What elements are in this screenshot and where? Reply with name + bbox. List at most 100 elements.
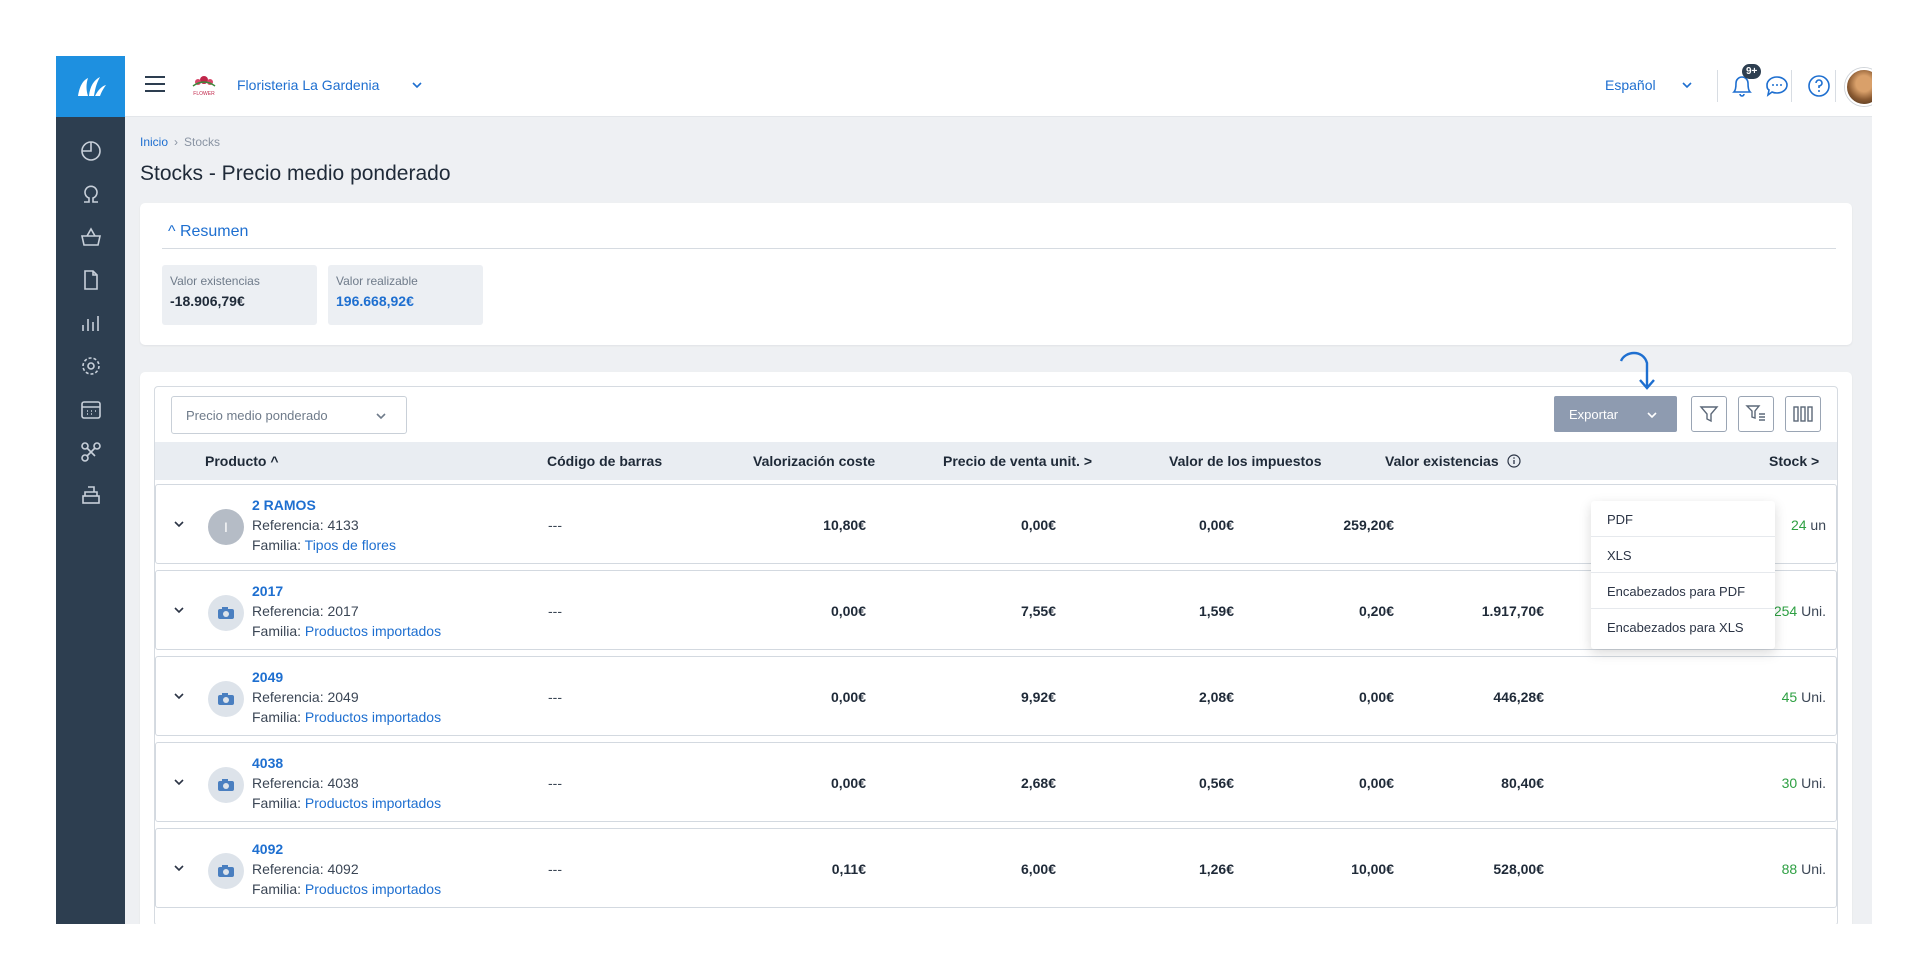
filter-button[interactable]: [1691, 396, 1727, 432]
page-title: Stocks - Precio medio ponderado: [140, 162, 451, 185]
tax-value: 1,59€: [1198, 603, 1234, 619]
columns-button[interactable]: [1785, 396, 1821, 432]
columns-icon: [1793, 406, 1813, 422]
product-image: [208, 853, 244, 889]
advanced-filter-icon: [1745, 405, 1765, 421]
cash-register-icon[interactable]: [56, 473, 125, 516]
tax-value: 0,00€: [1198, 517, 1234, 533]
product-name[interactable]: 4038: [252, 755, 283, 771]
unit-price-value: 2,68€: [1020, 775, 1056, 791]
reports-icon[interactable]: [56, 301, 125, 344]
column-unit-price[interactable]: Precio de venta unit. >: [943, 453, 1092, 469]
document-icon[interactable]: [56, 258, 125, 301]
chevron-down-icon: [376, 413, 386, 420]
dashboard-icon[interactable]: [56, 129, 125, 172]
chevron-down-icon[interactable]: [172, 689, 186, 703]
settings-icon[interactable]: [56, 344, 125, 387]
export-label: Exportar: [1569, 407, 1619, 422]
product-family: Familia: Productos importados: [252, 881, 441, 897]
export-xls[interactable]: XLS: [1591, 537, 1775, 573]
avatar[interactable]: [1845, 68, 1872, 106]
stock-unit: un: [1810, 517, 1826, 533]
table-header: Producto ^ Código de barras Valorización…: [155, 442, 1837, 480]
info-icon[interactable]: [1506, 454, 1521, 468]
table-row[interactable]: 4038 Referencia: 4038 Familia: Productos…: [155, 742, 1837, 822]
stock-unit: Uni.: [1801, 603, 1826, 619]
product-name[interactable]: 2 RAMOS: [252, 497, 316, 513]
tax-value: 0,56€: [1198, 775, 1234, 791]
notification-badge: 9+: [1742, 64, 1762, 79]
language-selector[interactable]: Español: [1605, 77, 1656, 93]
family-link[interactable]: Tipos de flores: [305, 537, 396, 553]
valuation-method-select[interactable]: Precio medio ponderado: [171, 396, 407, 434]
column-cost-valuation: Valorización coste: [753, 453, 876, 469]
app-logo[interactable]: [56, 56, 125, 117]
basket-icon[interactable]: [56, 215, 125, 258]
barcode-value: ---: [548, 775, 562, 791]
export-button[interactable]: Exportar: [1554, 396, 1677, 432]
export-pdf-headers[interactable]: Encabezados para PDF: [1591, 573, 1775, 609]
advanced-filter-button[interactable]: [1738, 396, 1774, 432]
product-name[interactable]: 2017: [252, 583, 283, 599]
breadcrumb-separator: ›: [174, 135, 179, 149]
camera-icon: [218, 865, 234, 877]
family-link[interactable]: Productos importados: [305, 709, 441, 725]
column-product[interactable]: Producto ^: [205, 453, 279, 469]
table-row[interactable]: 2049 Referencia: 2049 Familia: Productos…: [155, 656, 1837, 736]
menu-icon[interactable]: [145, 76, 165, 96]
breadcrumb-home[interactable]: Inicio: [140, 135, 168, 149]
realizable-value: 446,28€: [1493, 689, 1544, 705]
integrations-icon[interactable]: [56, 430, 125, 473]
chevron-down-icon[interactable]: [1680, 78, 1694, 92]
reference-value: 4133: [327, 517, 359, 533]
realizable-value: 1.917,70€: [1481, 603, 1544, 619]
product-name[interactable]: 4092: [252, 841, 283, 857]
chevron-down-icon: [1647, 412, 1657, 419]
company-name[interactable]: Floristeria La Gardenia: [237, 77, 379, 93]
stock-number: 254: [1773, 603, 1798, 619]
family-link[interactable]: Productos importados: [305, 795, 441, 811]
column-stock[interactable]: Stock >: [1769, 453, 1819, 469]
product-family: Familia: Productos importados: [252, 623, 441, 639]
breadcrumb-current: Stocks: [184, 135, 221, 149]
unit-price-value: 6,00€: [1020, 861, 1056, 877]
family-label: Familia:: [252, 537, 305, 553]
family-link[interactable]: Productos importados: [305, 623, 441, 639]
calendar-icon[interactable]: [56, 387, 125, 430]
product-reference: Referencia: 2049: [252, 689, 359, 705]
family-link[interactable]: Productos importados: [305, 881, 441, 897]
breadcrumb: Inicio › Stocks: [140, 135, 220, 149]
top-bar: FLOWER Floristeria La Gardenia Español 9…: [125, 56, 1872, 117]
table-row[interactable]: 4092 Referencia: 4092 Familia: Productos…: [155, 828, 1837, 908]
divider: [1791, 70, 1792, 102]
export-xls-headers[interactable]: Encabezados para XLS: [1591, 609, 1775, 645]
chevron-down-icon[interactable]: [172, 603, 186, 617]
summary-card: ^ Resumen Valor existencias -18.906,79€ …: [140, 203, 1852, 345]
chevron-down-icon[interactable]: [172, 517, 186, 531]
product-reference: Referencia: 2017: [252, 603, 359, 619]
cost-value: 0,00€: [830, 603, 866, 619]
stock-number: 88: [1781, 861, 1798, 877]
chevron-down-icon[interactable]: [172, 861, 186, 875]
product-family: Familia: Productos importados: [252, 795, 441, 811]
unit-price-value: 9,92€: [1020, 689, 1056, 705]
family-label: Familia:: [252, 709, 305, 725]
chevron-down-icon[interactable]: [410, 78, 424, 92]
app-window: FLOWER Floristeria La Gardenia Español 9…: [56, 56, 1872, 924]
stock-number: 30: [1781, 775, 1798, 791]
reference-label: Referencia:: [252, 517, 328, 533]
reference-value: 4092: [327, 861, 359, 877]
help-icon[interactable]: [1805, 72, 1833, 100]
reference-label: Referencia:: [252, 689, 328, 705]
reference-value: 2017: [327, 603, 359, 619]
summary-toggle[interactable]: ^ Resumen: [168, 223, 248, 241]
export-pdf[interactable]: PDF: [1591, 501, 1775, 537]
chat-icon[interactable]: [1763, 72, 1791, 100]
product-name[interactable]: 2049: [252, 669, 283, 685]
chevron-down-icon[interactable]: [172, 775, 186, 789]
divider: [162, 248, 1836, 249]
table-row[interactable]: 2017 Referencia: 2017 Familia: Productos…: [155, 570, 1837, 650]
table-row[interactable]: I 2 RAMOS Referencia: 4133 Familia: Tipo…: [155, 484, 1837, 564]
stock-unit: Uni.: [1801, 861, 1826, 877]
customers-icon[interactable]: [56, 172, 125, 215]
